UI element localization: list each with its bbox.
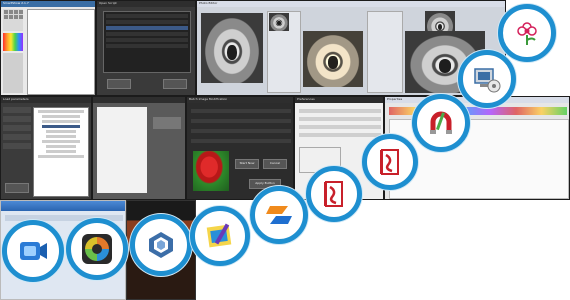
tree-title-bar: Load parameters: [1, 97, 91, 103]
prefs-row-2[interactable]: [299, 117, 381, 121]
aperture-icon: [82, 234, 112, 264]
red-book-icon: [324, 181, 343, 207]
paint-app-screenshot: SmartShow 2.1.7: [0, 0, 96, 96]
tree-settings-screenshot: Load parameters: [0, 96, 92, 200]
prefs-title-bar: Preferences: [295, 97, 383, 103]
computer-setup-icon: [474, 68, 501, 93]
circle-orange-blue[interactable]: [250, 186, 308, 244]
dark-dialog-title: Open Script: [99, 1, 117, 5]
circle-video-app[interactable]: [2, 220, 64, 282]
prefs-row[interactable]: [299, 109, 381, 113]
batch-modify-screenshot: Batch Image Modification Start Now Cance…: [186, 96, 294, 200]
koala-settings-panel-2: [367, 11, 403, 93]
paint-canvas[interactable]: [27, 9, 95, 95]
koala-photo-thumb: [269, 13, 289, 31]
flower-icon: [517, 22, 537, 45]
gray-dialog-list[interactable]: [97, 107, 147, 193]
tree-view[interactable]: [33, 107, 89, 197]
hexagon-frame-icon: [149, 232, 173, 258]
circle-red-book[interactable]: [306, 166, 362, 222]
parrot-photo: [193, 151, 229, 191]
batch-cancel-button[interactable]: Cancel: [263, 159, 287, 169]
dark-dialog-button[interactable]: [107, 79, 131, 89]
circle-flower[interactable]: [498, 4, 556, 62]
palette-pen-icon: [206, 223, 232, 248]
magnet-pencil-icon: [430, 111, 452, 134]
paint-toolbox: [3, 9, 23, 31]
prefs-row-3[interactable]: [299, 125, 381, 129]
batch-start-button[interactable]: Start Now: [235, 159, 259, 169]
koala-photo-grayscale: [201, 13, 263, 83]
koala-photo-color: [303, 31, 363, 87]
koala-title-bar: Photo Editor: [197, 1, 505, 7]
circle-magnet[interactable]: [412, 94, 470, 152]
video-app-icon: [20, 242, 47, 260]
circle-computer-setup[interactable]: [458, 50, 516, 108]
circle-aperture[interactable]: [66, 218, 128, 280]
gray-dialog-screenshot: [92, 96, 186, 200]
gray-dialog-field[interactable]: [153, 117, 181, 129]
orange-blue-logo-icon: [266, 206, 292, 224]
paint-title-bar: SmartShow 2.1.7: [1, 1, 95, 7]
dark-dialog-button-2[interactable]: [163, 79, 187, 89]
dark-dialog-list[interactable]: [103, 11, 191, 73]
batch-row-2: [191, 119, 291, 123]
color-picker[interactable]: [3, 33, 23, 51]
circle-palette[interactable]: [190, 206, 250, 266]
paint-side-panel: [3, 53, 23, 93]
prefs-title: Preferences: [297, 97, 315, 101]
dark-dialog-title-bar: Open Script: [97, 1, 195, 7]
gray-dialog-title-bar: [93, 97, 185, 103]
video-app-title-bar: [1, 201, 125, 211]
circle-red-book-2[interactable]: [362, 134, 418, 190]
batch-title: Batch Image Modification: [189, 97, 228, 101]
dark-dialog-screenshot: Open Script: [96, 0, 196, 96]
paint-title: SmartShow 2.1.7: [3, 1, 29, 5]
tree-button[interactable]: [5, 183, 29, 193]
batch-title-bar: Batch Image Modification: [187, 97, 293, 103]
batch-row-3: [191, 129, 291, 133]
tree-title: Load parameters: [3, 97, 29, 101]
batch-row-4: [191, 139, 291, 143]
tree-left-menu: [3, 107, 31, 177]
circle-hexagon[interactable]: [130, 214, 192, 276]
koala-title: Photo Editor: [199, 1, 218, 5]
prefs-row-4[interactable]: [299, 133, 381, 137]
red-book-icon-2: [380, 149, 399, 175]
batch-row: [191, 109, 291, 113]
